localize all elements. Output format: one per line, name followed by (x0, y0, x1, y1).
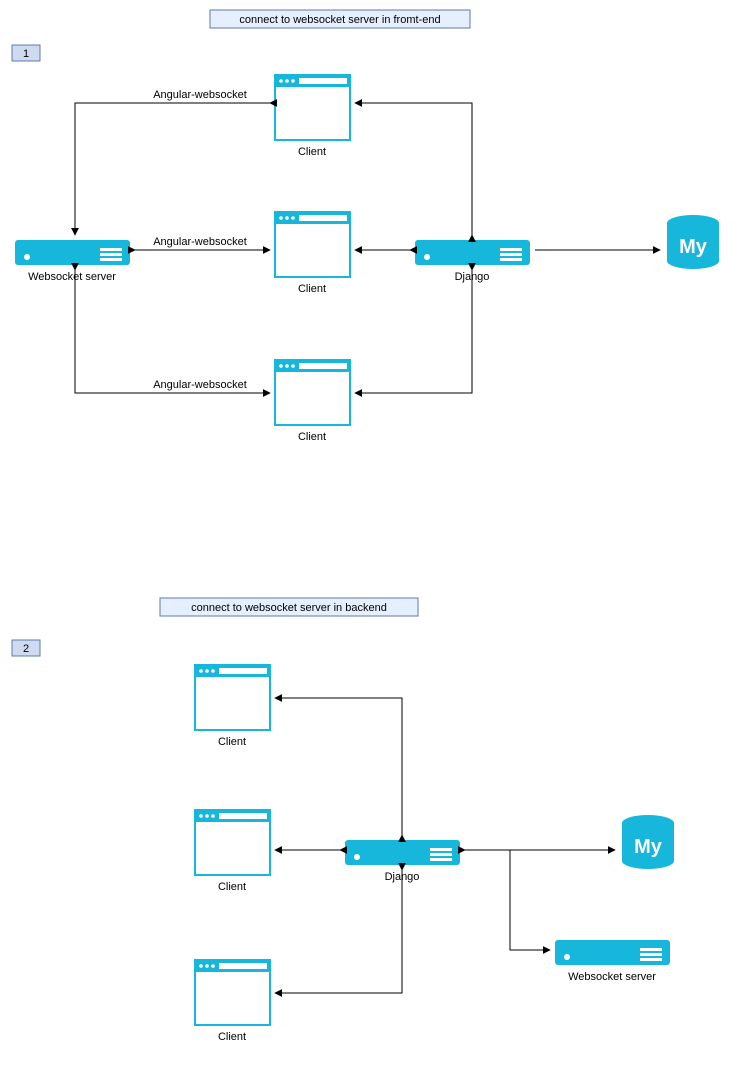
edge-dj2-client-top (275, 698, 402, 835)
svg-text:Client: Client (218, 881, 246, 893)
node-client-1c: Client (275, 360, 350, 443)
edge-label-ws-mid: Angular-websocket (153, 236, 247, 248)
section2-title: connect to websocket server in backend (191, 602, 387, 614)
section-1: connect to websocket server in fromt-end… (12, 10, 719, 443)
diagram-canvas: My connect to websocket server in fromt-… (0, 0, 741, 1072)
section2-number: 2 (23, 643, 29, 655)
edge-dj2-client-bot (275, 870, 402, 993)
node-websocket-server-2: Websocket server (555, 940, 670, 983)
edge-label-ws-top: Angular-websocket (153, 89, 247, 101)
node-mysql-1 (667, 215, 719, 269)
node-client-1b: Client (275, 212, 350, 295)
edge-dj-client-top (355, 103, 472, 235)
svg-text:Client: Client (298, 146, 326, 158)
node-client-2c: Client (195, 960, 270, 1043)
edge-junction-ws (510, 850, 550, 950)
edge-dj-client-bot (355, 270, 472, 393)
svg-text:Websocket server: Websocket server (28, 271, 116, 283)
svg-text:Client: Client (298, 283, 326, 295)
section1-title: connect to websocket server in fromt-end (239, 14, 440, 26)
node-websocket-server-1: Websocket server (15, 240, 130, 283)
svg-text:Websocket server: Websocket server (568, 971, 656, 983)
node-client-2a: Client (195, 665, 270, 748)
svg-text:Client: Client (218, 1031, 246, 1043)
svg-text:Client: Client (298, 431, 326, 443)
edge-ws-client-top (75, 103, 270, 235)
node-mysql-2 (622, 815, 674, 869)
section1-number: 1 (23, 48, 29, 60)
node-client-1a: Client (275, 75, 350, 158)
node-client-2b: Client (195, 810, 270, 893)
section-2: connect to websocket server in backend 2… (12, 598, 674, 1043)
edge-ws-client-bot (75, 270, 270, 393)
edge-label-ws-bot: Angular-websocket (153, 379, 247, 391)
svg-text:Client: Client (218, 736, 246, 748)
